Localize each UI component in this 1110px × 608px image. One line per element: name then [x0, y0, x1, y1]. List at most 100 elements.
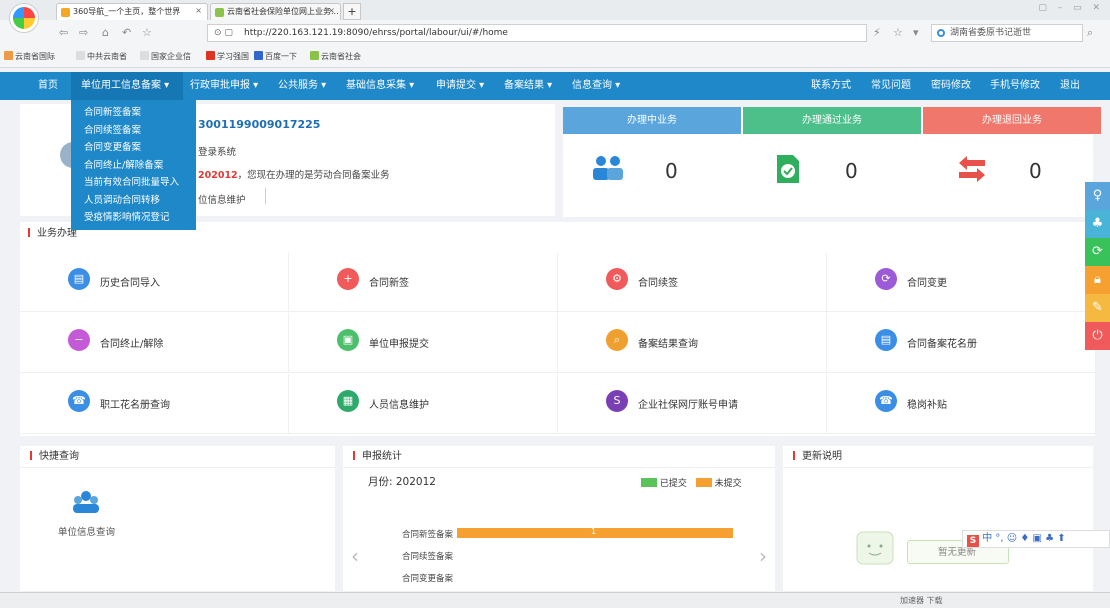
menu-item-transfer[interactable]: 人员调动合同转移	[71, 192, 196, 210]
bookmark-item[interactable]: 云南省国际	[4, 51, 55, 62]
new-tab-button[interactable]: +	[343, 3, 361, 20]
menu-item-contract-change[interactable]: 合同变更备案	[71, 139, 196, 157]
power-icon[interactable]: ⏻	[1085, 322, 1110, 350]
business-item[interactable]: ▤ 合同备案花名册	[827, 313, 1096, 373]
search-icon[interactable]: ⌕	[1087, 26, 1093, 40]
browser-status-bar: 加速器 下载	[0, 592, 1110, 608]
tree-icon[interactable]: ♣	[1085, 210, 1110, 238]
business-item[interactable]: ☎ 稳岗补贴	[827, 374, 1096, 434]
nav-logout[interactable]: 退出	[1060, 72, 1080, 100]
menu-item-batch-import[interactable]: 当前有效合同批量导入	[71, 174, 196, 192]
browser-chrome: 360导航_一个主页，整个世界 × 云南省社会保险单位网上业务... × + ▢…	[0, 0, 1110, 68]
business-item[interactable]: ⟳ 合同变更	[827, 252, 1096, 312]
window-controls[interactable]: ▢ – ▭ ✕	[1038, 3, 1104, 13]
business-section: 业务办理 ▤ 历史合同导入 + 合同新签 ⚙ 合同续签 ⟳ 合同变更 − 合同终止/解除 ▣ 单位申报…	[20, 222, 1096, 436]
nav-employment-filing[interactable]: 单位用工信息备案 ▾	[71, 72, 183, 100]
stat-in-progress[interactable]: 办理中业务 0	[563, 107, 741, 217]
chart-bar[interactable]: 1	[457, 527, 733, 538]
unit-query-icon[interactable]	[72, 490, 100, 514]
chart-bar-value: 1	[591, 527, 597, 536]
nav-home[interactable]: 首页	[38, 72, 58, 100]
nav-faq[interactable]: 常见问题	[871, 72, 911, 100]
panel-title: 快捷查询	[20, 446, 335, 468]
star-icon[interactable]: ☆	[893, 26, 903, 39]
nav-filing-result[interactable]: 备案结果 ▾	[504, 72, 552, 100]
business-item-label: 合同续签	[638, 278, 678, 289]
nav-public-service[interactable]: 公共服务 ▾	[278, 72, 326, 100]
stat-approved[interactable]: 办理通过业务 0	[743, 107, 921, 217]
business-item[interactable]: + 合同新签	[289, 252, 558, 312]
back-icon[interactable]: ⇦	[59, 26, 68, 39]
menu-item-epidemic[interactable]: 受疫情影响情况登记	[71, 209, 196, 227]
browser-tab-2[interactable]: 云南省社会保险单位网上业务... ×	[210, 3, 341, 20]
forward-icon[interactable]: ⇨	[79, 26, 88, 39]
legend-swatch-submitted	[641, 478, 657, 487]
next-arrow-icon[interactable]: ›	[759, 544, 767, 568]
security-icon: ⊙ ▢	[214, 28, 233, 38]
contract-change-icon: ⟳	[875, 268, 897, 290]
refresh-icon[interactable]: ⟳	[1085, 238, 1110, 266]
business-item-label: 合同终止/解除	[100, 339, 164, 350]
360-browser-logo-icon[interactable]	[10, 4, 38, 32]
bookmark-item[interactable]: 云南省社会	[310, 51, 361, 62]
legend-swatch-pending	[695, 478, 712, 487]
divider	[265, 188, 266, 204]
import-icon: ▤	[68, 268, 90, 290]
home-icon[interactable]: ⌂	[102, 26, 109, 39]
menu-item-contract-new[interactable]: 合同新签备案	[71, 104, 196, 122]
favorite-icon[interactable]: ☆	[142, 26, 152, 39]
business-item[interactable]: S 企业社保网厅账号申请	[558, 374, 827, 434]
business-stats: 办理中业务 0 办理通过业务 0 办理退回业务 0	[563, 107, 1101, 217]
search-icon: ⌕	[606, 329, 628, 351]
menu-item-contract-terminate[interactable]: 合同终止/解除备案	[71, 157, 196, 175]
subsidy-icon: ☎	[875, 390, 897, 412]
bookmark-item[interactable]: 中共云南省	[76, 51, 127, 62]
status-items[interactable]: 加速器 下载	[900, 595, 943, 606]
tab-bar: 360导航_一个主页，整个世界 × 云南省社会保险单位网上业务... × + ▢…	[0, 0, 1110, 20]
business-item[interactable]: ▣ 单位申报提交	[289, 313, 558, 373]
return-arrows-icon	[959, 156, 985, 182]
dropdown-icon[interactable]: ▾	[913, 26, 919, 39]
business-item[interactable]: ☎ 职工花名册查询	[20, 374, 289, 434]
search-engine-icon	[937, 29, 945, 37]
quick-query-panel: 快捷查询 单位信息查询	[20, 446, 335, 591]
floating-sidebar: ♀ ♣ ⟳ 🔒︎ ✎ ⏻	[1085, 182, 1110, 382]
business-item[interactable]: ▦ 人员信息维护	[289, 374, 558, 434]
browser-search-input[interactable]: 湖南省委原书记逝世	[931, 24, 1083, 42]
bookmarks-bar: 云南省国际 中共云南省 国家企业信 学习强国 百度一下 云南省社会	[0, 48, 1110, 67]
nav-admin-approval[interactable]: 行政审批申报 ▾	[190, 72, 258, 100]
nav-password[interactable]: 密码修改	[931, 72, 971, 100]
unit-query-link[interactable]: 单位信息查询	[58, 524, 115, 538]
business-item[interactable]: ⚙ 合同续签	[558, 252, 827, 312]
lightning-icon[interactable]: ⚡	[873, 26, 881, 39]
nav-contact[interactable]: 联系方式	[811, 72, 851, 100]
nav-application-submit[interactable]: 申请提交 ▾	[436, 72, 484, 100]
user-icon[interactable]: ♀	[1085, 182, 1110, 210]
nav-phone[interactable]: 手机号修改	[990, 72, 1040, 100]
prev-arrow-icon[interactable]: ‹	[351, 544, 359, 568]
browser-tab-1[interactable]: 360导航_一个主页，整个世界 ×	[56, 3, 208, 20]
business-item[interactable]: ▤ 历史合同导入	[20, 252, 289, 312]
bookmark-item[interactable]: 学习强国	[206, 51, 249, 62]
unit-info-link[interactable]: 位信息维护	[198, 192, 246, 206]
business-item-label: 历史合同导入	[100, 278, 160, 289]
contract-new-icon: +	[337, 268, 359, 290]
chart-row-label: 合同变更备案	[401, 574, 453, 584]
business-item[interactable]: − 合同终止/解除	[20, 313, 289, 373]
account-apply-icon: S	[606, 390, 628, 412]
business-item[interactable]: ⌕ 备案结果查询	[558, 313, 827, 373]
menu-item-contract-renew[interactable]: 合同续签备案	[71, 122, 196, 140]
submit-icon: ▣	[337, 329, 359, 351]
close-tab-icon[interactable]: ×	[195, 6, 202, 15]
close-tab-icon[interactable]: ×	[328, 6, 335, 15]
notes-icon[interactable]: ✎	[1085, 294, 1110, 322]
undo-icon[interactable]: ↶	[122, 26, 131, 39]
lock-icon[interactable]: 🔒︎	[1085, 266, 1110, 294]
bookmark-item[interactable]: 国家企业信	[140, 51, 191, 62]
url-input[interactable]: ⊙ ▢ http://220.163.121.19:8090/ehrss/por…	[207, 24, 867, 42]
nav-info-query[interactable]: 信息查询 ▾	[572, 72, 620, 100]
ime-toolbar[interactable]: S 中 °, ☺ ♦ ▣ ♣ ⬆	[962, 530, 1110, 548]
nav-basic-info[interactable]: 基础信息采集 ▾	[346, 72, 414, 100]
bookmark-item[interactable]: 百度一下	[254, 51, 297, 62]
stat-returned[interactable]: 办理退回业务 0	[923, 107, 1101, 217]
